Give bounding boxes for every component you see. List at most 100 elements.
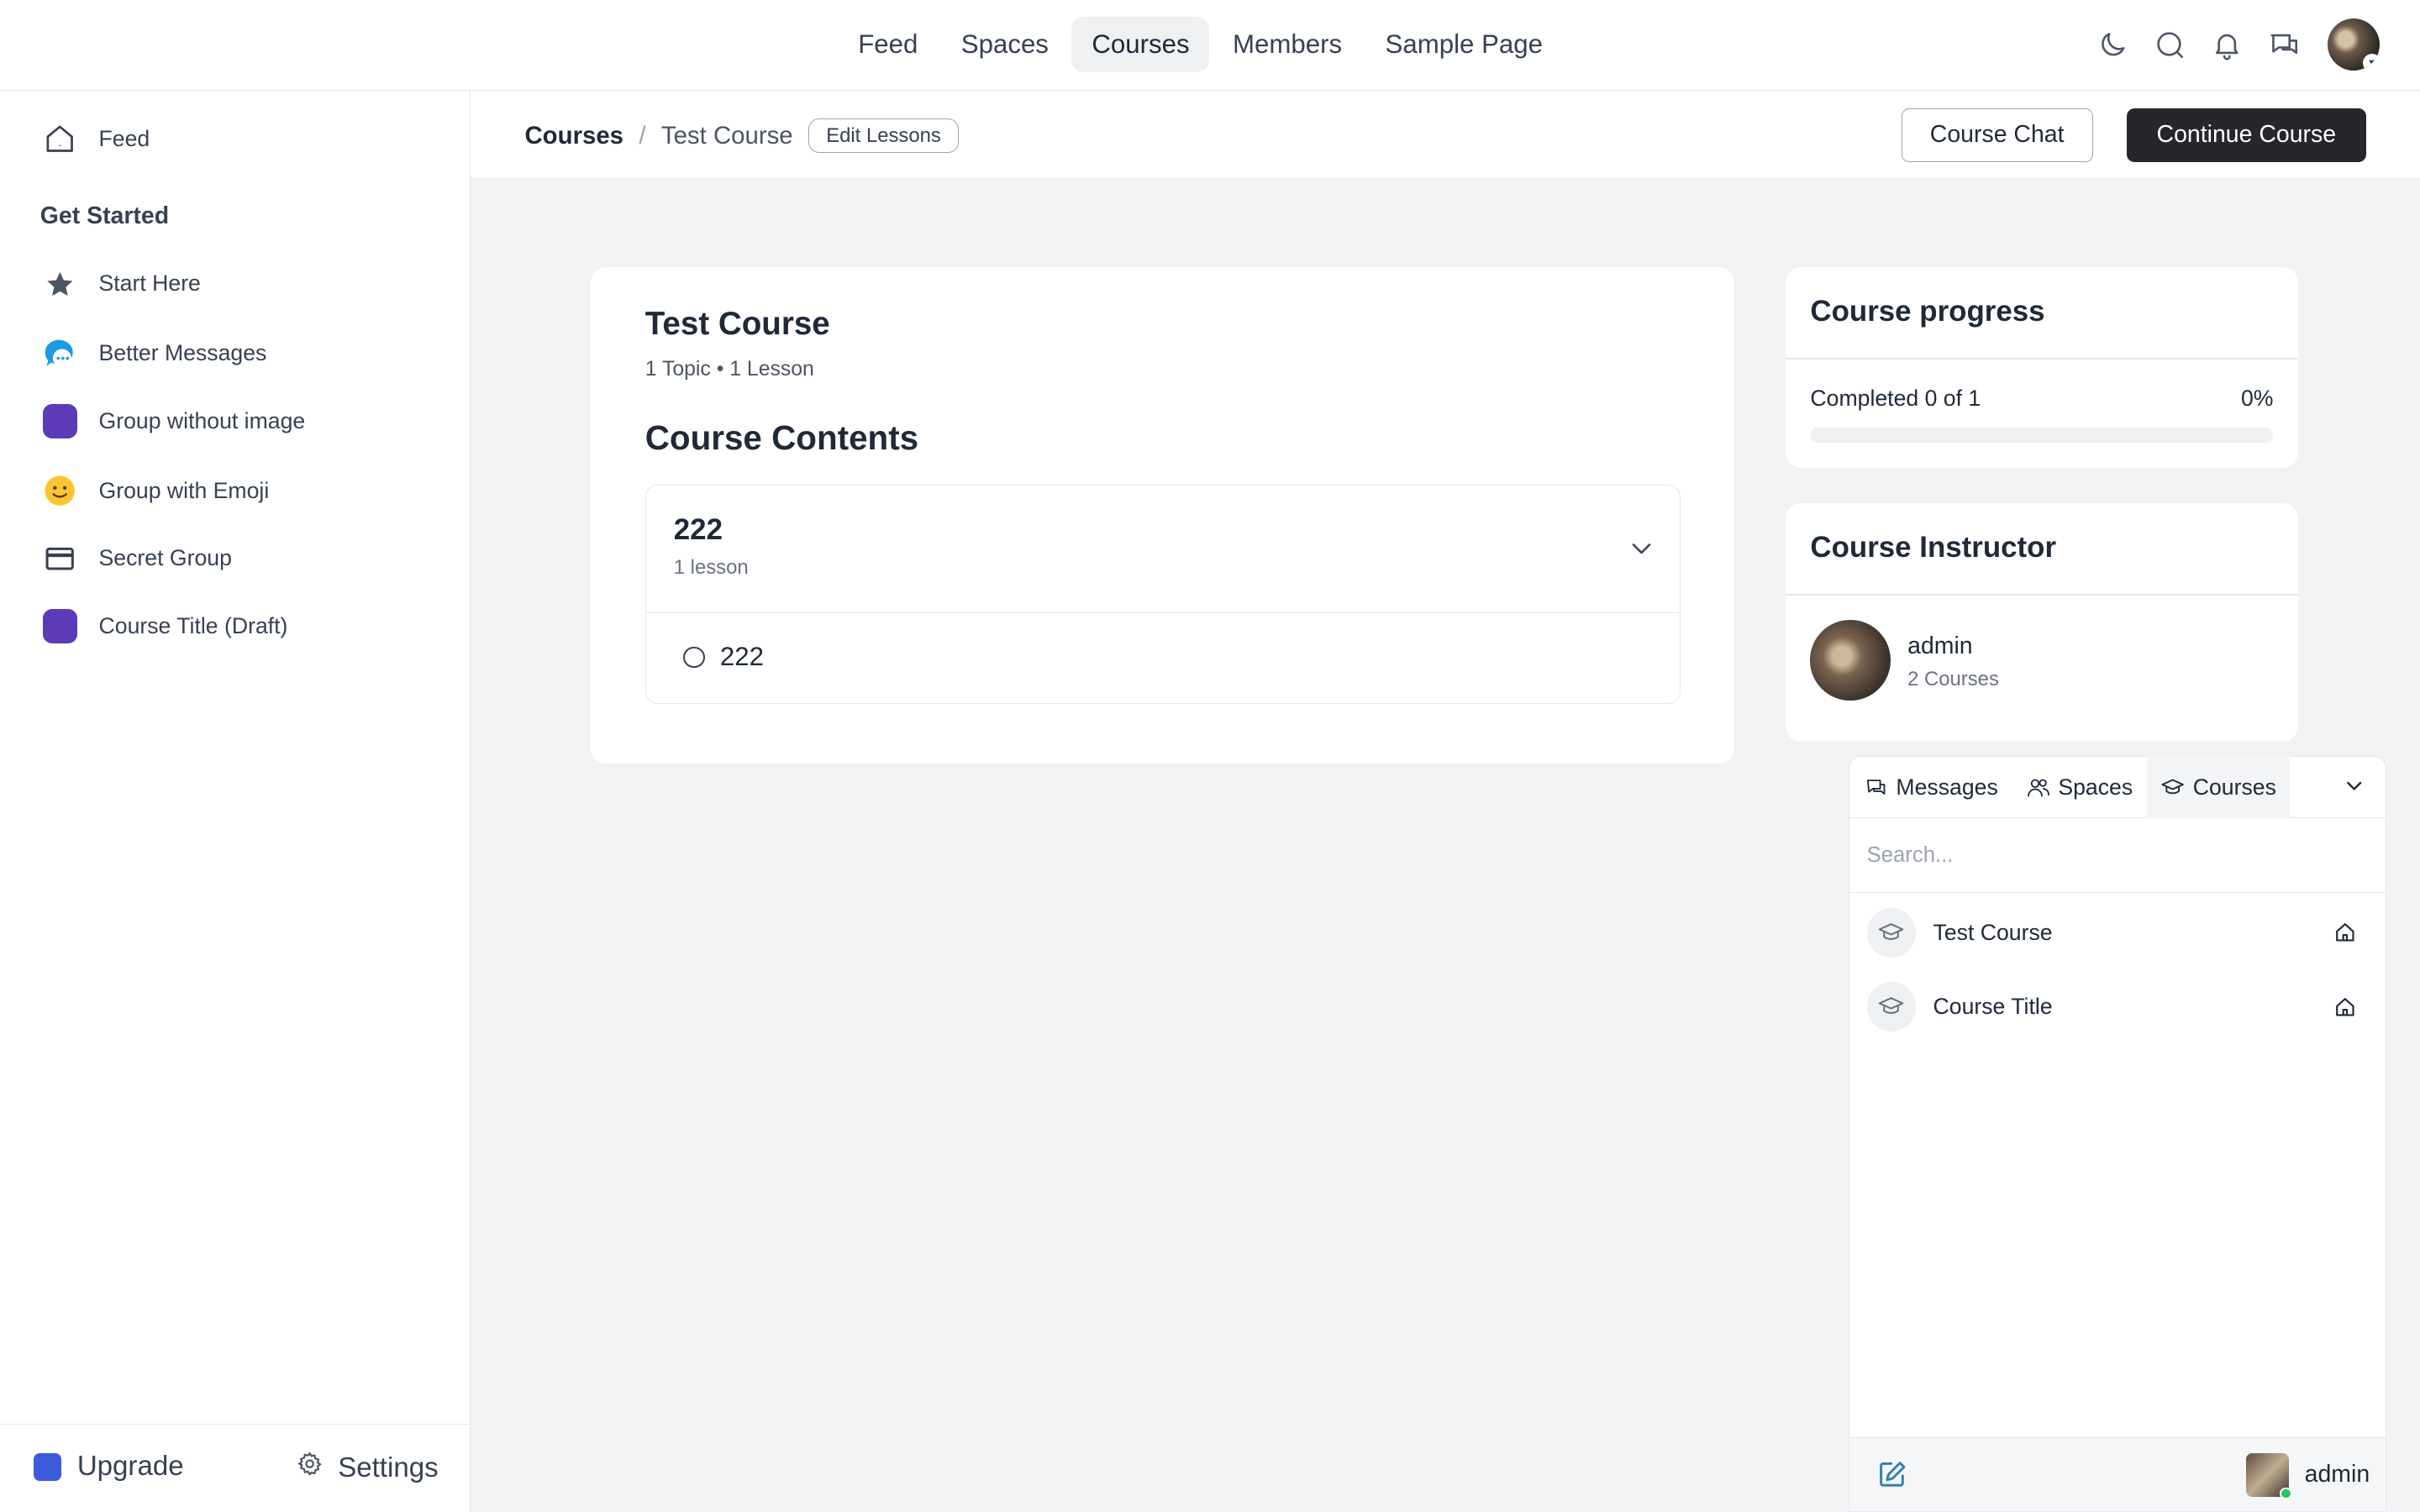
breadcrumb: Courses / Test Course Edit Lessons bbox=[524, 118, 960, 154]
sidebar-item-better-messages[interactable]: Better Messages bbox=[40, 330, 266, 376]
breadcrumb-courses-link[interactable]: Courses bbox=[524, 122, 623, 150]
topic-name: 222 bbox=[673, 512, 723, 546]
topic-accordion: 222 1 lesson 222 bbox=[644, 484, 1681, 704]
purple-square-icon bbox=[40, 606, 81, 647]
top-icons: ▾ bbox=[2093, 17, 2381, 72]
settings-label: Settings bbox=[338, 1452, 439, 1483]
card-icon bbox=[40, 538, 81, 579]
chevron-down-icon[interactable] bbox=[2342, 774, 2366, 798]
nav-item-courses[interactable]: Courses bbox=[1071, 17, 1210, 73]
moon-icon[interactable] bbox=[2093, 17, 2133, 72]
circle-icon bbox=[682, 646, 705, 669]
sidebar-item-group-without-image[interactable]: Group without image bbox=[40, 398, 305, 444]
people-icon bbox=[2027, 779, 2049, 796]
tab-label: Courses bbox=[2192, 774, 2276, 800]
instructor-course-count: 2 Courses bbox=[1907, 668, 1999, 691]
sidebar-item-label: Secret Group bbox=[98, 545, 232, 571]
online-status-dot bbox=[2280, 1487, 2292, 1500]
top-bar: Feed Spaces Courses Members Sample Page … bbox=[0, 0, 2420, 92]
gear-icon bbox=[297, 1451, 323, 1484]
edit-lessons-button[interactable]: Edit Lessons bbox=[808, 118, 960, 154]
sidebar-item-course-title-draft[interactable]: Course Title (Draft) bbox=[40, 603, 288, 649]
divider bbox=[1786, 594, 2298, 596]
tab-messages[interactable]: Messages bbox=[1849, 756, 2012, 817]
chat-widget: Messages Spaces Courses Test Course bbox=[1849, 755, 2386, 1512]
sidebar-item-label: Feed bbox=[98, 125, 150, 151]
messages-icon bbox=[1866, 779, 1886, 795]
sidebar-item-label: Start Here bbox=[98, 270, 201, 297]
course-meta: 1 Topic • 1 Lesson bbox=[644, 358, 814, 381]
compose-icon[interactable] bbox=[1876, 1458, 1909, 1491]
course-chat-button[interactable]: Course Chat bbox=[1901, 108, 2093, 162]
tab-label: Messages bbox=[1896, 774, 1998, 800]
home-icon bbox=[40, 118, 81, 159]
sidebar-footer: Upgrade Settings bbox=[0, 1424, 471, 1512]
breadcrumb-separator: / bbox=[639, 121, 646, 150]
nav-item-members[interactable]: Members bbox=[1213, 17, 1362, 72]
course-header: Courses / Test Course Edit Lessons Cours… bbox=[471, 91, 2420, 180]
avatar bbox=[2245, 1453, 2292, 1500]
progress-bar bbox=[1810, 427, 2274, 444]
tab-courses[interactable]: Courses bbox=[2146, 756, 2291, 818]
course-title: Test Course bbox=[644, 305, 830, 342]
lesson-item[interactable]: 222 bbox=[646, 613, 1680, 701]
sidebar-item-feed[interactable]: Feed bbox=[40, 116, 150, 162]
tab-spaces[interactable]: Spaces bbox=[2012, 756, 2146, 817]
nav-item-spaces[interactable]: Spaces bbox=[941, 17, 1069, 72]
home-icon[interactable] bbox=[2334, 921, 2356, 943]
chat-user[interactable]: admin bbox=[2245, 1453, 2370, 1500]
sidebar-item-label: Group with Emoji bbox=[98, 477, 270, 503]
bell-icon[interactable] bbox=[2207, 17, 2248, 72]
avatar[interactable]: ▾ bbox=[2327, 18, 2381, 71]
topic-header[interactable]: 222 1 lesson bbox=[645, 486, 1681, 614]
chat-search-input[interactable] bbox=[1849, 820, 2386, 893]
graduation-cap-icon bbox=[2161, 779, 2185, 794]
settings-button[interactable]: Settings bbox=[297, 1451, 439, 1484]
tab-label: Spaces bbox=[2058, 774, 2133, 800]
chat-widget-tabs: Messages Spaces Courses bbox=[1849, 756, 2386, 819]
sidebar-item-label: Group without image bbox=[98, 407, 306, 433]
chat-bubble-icon bbox=[40, 333, 81, 374]
upgrade-button[interactable]: Upgrade bbox=[34, 1451, 184, 1483]
sidebar-item-label: Course Title (Draft) bbox=[98, 613, 288, 639]
continue-course-button[interactable]: Continue Course bbox=[2126, 108, 2366, 162]
nav-item-feed[interactable]: Feed bbox=[838, 17, 938, 72]
course-contents-title: Course Contents bbox=[644, 417, 919, 457]
progress-title: Course progress bbox=[1810, 294, 2045, 328]
course-list-item[interactable]: Test Course bbox=[1849, 897, 2385, 968]
chat-user-name: admin bbox=[2304, 1461, 2370, 1488]
sidebar: Feed Get Started Start Here Better Messa… bbox=[0, 91, 471, 1512]
topic-lesson-count: 1 lesson bbox=[673, 556, 749, 580]
sidebar-item-group-with-emoji[interactable]: Group with Emoji bbox=[40, 468, 270, 514]
instructor-avatar[interactable] bbox=[1810, 620, 1891, 701]
graduation-cap-icon bbox=[1866, 907, 1917, 958]
upgrade-label: Upgrade bbox=[76, 1451, 184, 1483]
app-root: Feed Spaces Courses Members Sample Page … bbox=[0, 0, 2420, 1512]
chevron-down-icon bbox=[1632, 543, 1651, 554]
sidebar-item-start-here[interactable]: Start Here bbox=[40, 260, 201, 307]
course-list-item[interactable]: Course Title bbox=[1849, 971, 2385, 1042]
chat-widget-footer: admin bbox=[1849, 1436, 2386, 1511]
chat-icon[interactable] bbox=[2264, 17, 2304, 72]
search-icon[interactable] bbox=[2150, 17, 2191, 72]
instructor-name[interactable]: admin bbox=[1907, 633, 1973, 660]
course-name: Test Course bbox=[1933, 919, 2053, 945]
graduation-cap-icon bbox=[1866, 982, 1917, 1032]
sidebar-item-secret-group[interactable]: Secret Group bbox=[40, 535, 232, 581]
nav-item-sample-page[interactable]: Sample Page bbox=[1365, 17, 1563, 72]
progress-text: Completed 0 of 1 bbox=[1810, 386, 1981, 412]
divider bbox=[1786, 358, 2298, 360]
home-icon[interactable] bbox=[2334, 996, 2356, 1018]
course-name: Course Title bbox=[1933, 994, 2053, 1019]
upgrade-icon bbox=[34, 1452, 62, 1481]
star-icon bbox=[40, 264, 81, 304]
course-progress-card: Course progress Completed 0 of 1 0% bbox=[1786, 266, 2298, 468]
slightly-smiling-emoji-icon bbox=[40, 470, 81, 511]
course-instructor-card: Course Instructor admin 2 Courses bbox=[1786, 502, 2298, 743]
breadcrumb-current: Test Course bbox=[660, 121, 793, 150]
top-nav: Feed Spaces Courses Members Sample Page bbox=[838, 17, 1563, 73]
sidebar-section-title: Get Started bbox=[39, 202, 170, 229]
course-card: Test Course 1 Topic • 1 Lesson Course Co… bbox=[591, 266, 1735, 764]
progress-percent: 0% bbox=[2240, 386, 2274, 412]
chevron-down-icon: ▾ bbox=[2362, 54, 2381, 71]
